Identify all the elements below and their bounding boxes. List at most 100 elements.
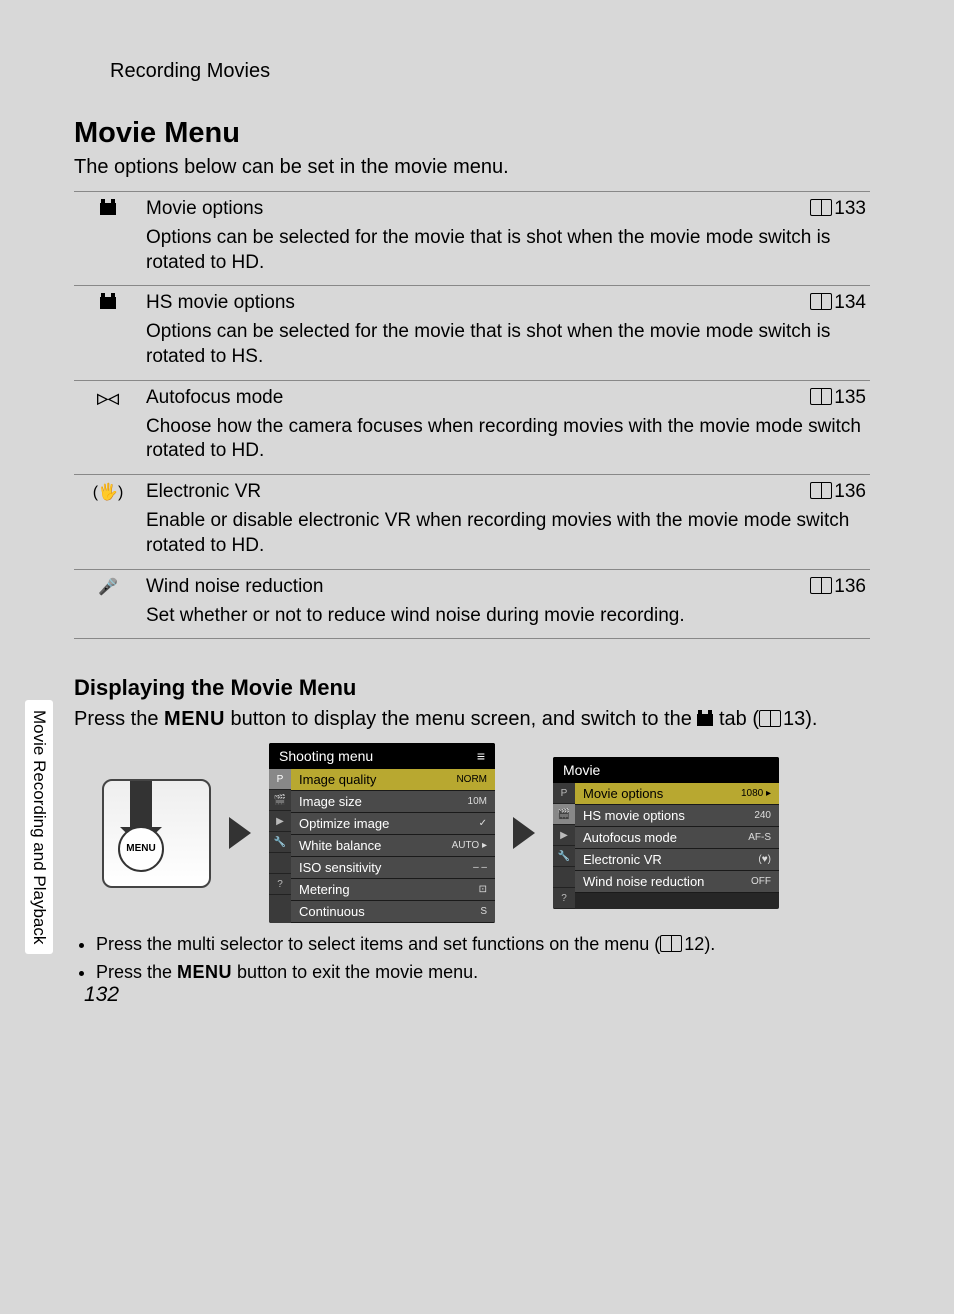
screen-item-label: Image size xyxy=(299,794,362,809)
item-desc: Options can be selected for the movie th… xyxy=(142,226,870,286)
screen-item-label: ISO sensitivity xyxy=(299,860,381,875)
movie-tab-icon xyxy=(697,714,713,726)
page-ref: 136 xyxy=(834,481,866,502)
screen-menu-item: Continuous S xyxy=(291,901,495,923)
screen-item-label: Wind noise reduction xyxy=(583,874,704,889)
bullet-item: Press the multi selector to select items… xyxy=(96,931,870,957)
screen-item-label: Metering xyxy=(299,882,350,897)
screen-menu-item: Autofocus mode AF-S xyxy=(575,827,779,849)
book-icon xyxy=(810,199,832,216)
tab-setup: 🔧 xyxy=(553,846,575,867)
screen-menu-item: Optimize image ✓ xyxy=(291,813,495,835)
item-desc: Enable or disable electronic VR when rec… xyxy=(142,509,870,569)
screen-item-label: HS movie options xyxy=(583,808,685,823)
item-title: Wind noise reduction xyxy=(142,569,776,604)
item-title: HS movie options xyxy=(142,286,776,321)
page-number: 132 xyxy=(84,983,119,1007)
tab-blank xyxy=(553,867,575,888)
screen-item-value: 1080 ▸ xyxy=(741,788,771,799)
autofocus-icon: ▷◁ xyxy=(97,390,119,407)
screen-menu-item: HS movie options 240 xyxy=(575,805,779,827)
screen-item-value: AUTO ▸ xyxy=(452,840,487,851)
breadcrumb: Recording Movies xyxy=(110,60,870,83)
tab-setup: 🔧 xyxy=(269,832,291,853)
tab-movie: 🎬 xyxy=(269,790,291,811)
vr-icon: (🖐) xyxy=(93,482,124,502)
screen-title: Shooting menu xyxy=(279,748,373,764)
screen-item-label: Electronic VR xyxy=(583,852,662,867)
screen-menu-item: Wind noise reduction OFF xyxy=(575,871,779,893)
page-ref: 135 xyxy=(834,387,866,408)
settings-icon: ≡ xyxy=(477,748,485,764)
intro-text: The options below can be set in the movi… xyxy=(74,156,870,179)
tab-p: P xyxy=(553,783,575,804)
screen-item-value: 10M xyxy=(468,796,487,807)
item-desc: Choose how the camera focuses when recor… xyxy=(142,415,870,475)
book-icon xyxy=(810,482,832,499)
screen-item-label: White balance xyxy=(299,838,381,853)
screen-item-value: AF-S xyxy=(748,832,771,843)
page-ref: 133 xyxy=(834,198,866,219)
tab-p: P xyxy=(269,769,291,790)
subheading: Displaying the Movie Menu xyxy=(74,675,870,701)
screen-item-value: S xyxy=(480,906,487,917)
menu-button-graphic: MENU xyxy=(118,826,164,872)
item-title: Movie options xyxy=(142,192,776,227)
screen-item-label: Image quality xyxy=(299,772,376,787)
book-icon xyxy=(810,577,832,594)
tab-play: ▶ xyxy=(553,825,575,846)
screen-item-value: ⊡ xyxy=(479,884,487,895)
arrow-right-icon xyxy=(229,817,251,849)
screen-item-label: Autofocus mode xyxy=(583,830,677,845)
shooting-menu-screen: Shooting menu ≡ P 🎬 ▶ 🔧 ? Image quality NO… xyxy=(269,743,495,923)
camera-diagram: MENU xyxy=(102,779,211,888)
arrow-right-icon xyxy=(513,817,535,849)
movie-menu-table: Movie options 133 Options can be selecte… xyxy=(74,191,870,639)
screen-item-value: – – xyxy=(473,862,487,873)
screen-item-label: Movie options xyxy=(583,786,663,801)
sidebar-tab: Movie Recording and Playback xyxy=(25,700,53,954)
bullet-item: Press the MENU button to exit the movie … xyxy=(96,959,870,985)
book-icon xyxy=(810,388,832,405)
movie-icon xyxy=(100,203,116,215)
menu-button-label: MENU xyxy=(164,708,225,730)
tab-help: ? xyxy=(269,874,291,895)
book-icon xyxy=(759,710,781,727)
screen-menu-item: Metering ⊡ xyxy=(291,879,495,901)
screen-menu-item: Image quality NORM xyxy=(291,769,495,791)
tab-help: ? xyxy=(553,888,575,909)
movie-icon xyxy=(100,297,116,309)
item-title: Electronic VR xyxy=(142,475,776,510)
item-title: Autofocus mode xyxy=(142,380,776,415)
screen-menu-item: Image size 10M xyxy=(291,791,495,813)
page-ref: 134 xyxy=(834,292,866,313)
book-icon xyxy=(660,935,682,952)
screen-item-value: 240 xyxy=(754,810,771,821)
screen-item-value: NORM xyxy=(456,774,487,785)
item-desc: Options can be selected for the movie th… xyxy=(142,320,870,380)
movie-menu-screen: Movie P 🎬 ▶ 🔧 ? Movie options 1080 ▸ HS mo… xyxy=(553,757,779,909)
display-instructions: Press the MENU button to display the men… xyxy=(74,705,870,733)
menu-button-label: MENU xyxy=(177,962,232,982)
page-ref: 136 xyxy=(834,576,866,597)
screen-item-value: OFF xyxy=(751,876,771,887)
wind-icon: 🎤 xyxy=(98,577,118,597)
tab-play: ▶ xyxy=(269,811,291,832)
item-desc: Set whether or not to reduce wind noise … xyxy=(142,604,870,639)
screen-menu-item: ISO sensitivity – – xyxy=(291,857,495,879)
tab-blank xyxy=(269,853,291,874)
tab-movie: 🎬 xyxy=(553,804,575,825)
screen-menu-item: Movie options 1080 ▸ xyxy=(575,783,779,805)
book-icon xyxy=(810,293,832,310)
screen-menu-item: Electronic VR (♥) xyxy=(575,849,779,871)
page-title: Movie Menu xyxy=(74,117,870,150)
screen-menu-item: White balance AUTO ▸ xyxy=(291,835,495,857)
screen-title: Movie xyxy=(563,762,600,778)
screens-illustration: MENU Shooting menu ≡ P 🎬 ▶ 🔧 ? Image qual… xyxy=(102,743,870,923)
instruction-bullets: Press the multi selector to select items… xyxy=(74,931,870,985)
screen-item-label: Continuous xyxy=(299,904,365,919)
arrow-down-icon xyxy=(130,781,152,831)
screen-item-value: ✓ xyxy=(479,818,487,829)
screen-item-label: Optimize image xyxy=(299,816,389,831)
screen-item-value: (♥) xyxy=(758,854,771,865)
